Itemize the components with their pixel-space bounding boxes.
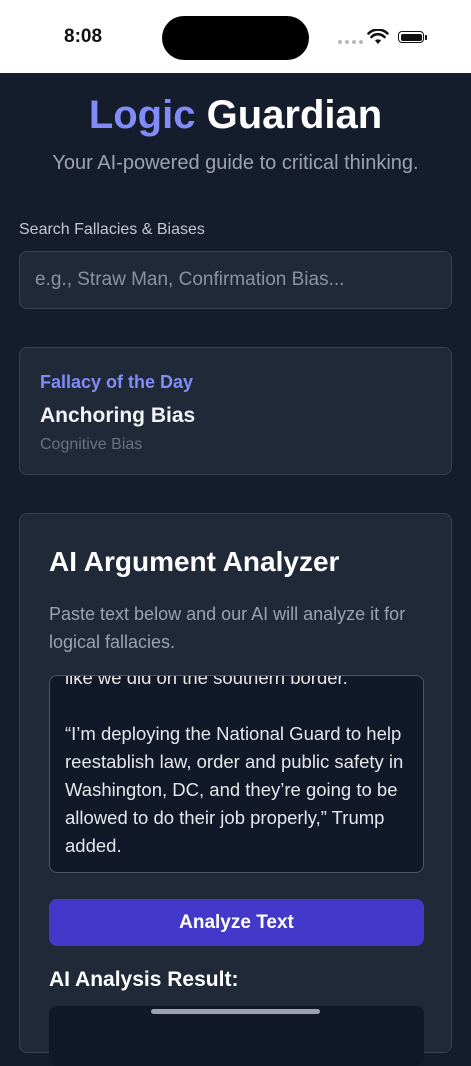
battery-tip xyxy=(425,35,427,40)
app-title-rest: Guardian xyxy=(195,93,383,137)
fallacy-of-the-day-card[interactable]: Fallacy of the Day Anchoring Bias Cognit… xyxy=(19,347,452,475)
fallacy-category: Cognitive Bias xyxy=(40,436,143,453)
status-bar: 8:08 xyxy=(0,0,471,73)
app-subtitle: Your AI-powered guide to critical thinki… xyxy=(52,152,419,174)
analyzer-title: AI Argument Analyzer xyxy=(49,546,340,577)
search-label: Search Fallacies & Biases xyxy=(19,221,205,238)
status-time: 8:08 xyxy=(64,26,103,47)
home-indicator[interactable] xyxy=(151,1009,320,1014)
argument-text-value: like we did on the southern border. “I’m… xyxy=(65,675,404,856)
argument-analyzer-card: AI Argument Analyzer Paste text below an… xyxy=(19,513,452,1066)
fallacy-of-the-day-heading: Fallacy of the Day xyxy=(40,372,194,392)
signal-icon xyxy=(338,40,363,44)
wifi-icon xyxy=(367,29,389,44)
dynamic-island xyxy=(162,16,309,60)
app-title: Logic Guardian xyxy=(0,93,471,138)
analyze-text-button[interactable]: Analyze Text xyxy=(49,899,424,946)
argument-text-area[interactable]: like we did on the southern border. “I’m… xyxy=(49,675,424,873)
app-title-accent: Logic xyxy=(88,93,196,137)
search-input[interactable] xyxy=(19,251,452,309)
fallacy-name: Anchoring Bias xyxy=(40,404,196,427)
analyzer-description: Paste text below and our AI will analyze… xyxy=(49,604,406,652)
battery-icon xyxy=(398,31,424,43)
analysis-result-box xyxy=(49,1006,424,1066)
analysis-result-heading: AI Analysis Result: xyxy=(49,968,239,991)
